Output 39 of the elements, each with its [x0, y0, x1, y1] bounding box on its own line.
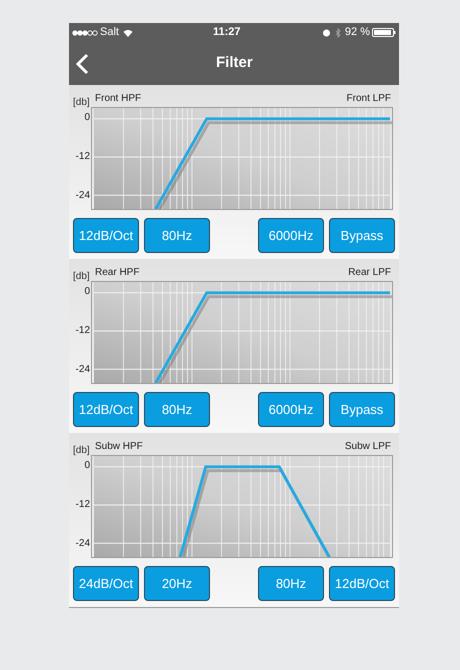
unit-label: [db] [73, 271, 89, 283]
hpf-label: Front HPF [95, 93, 142, 105]
time-text: 11:27 [212, 25, 240, 40]
unit-label: [db] [73, 97, 89, 109]
y-axis-label: -12 [76, 151, 90, 163]
filter-button[interactable]: 80Hz [258, 566, 324, 601]
filter-button[interactable]: 20Hz [144, 566, 210, 601]
lpf-label: Front LPF [346, 93, 391, 105]
y-axis-label: -24 [76, 538, 90, 550]
battery-text: 92 % [344, 25, 370, 40]
y-axis-label: -24 [76, 190, 90, 202]
y-axis-label: -12 [76, 325, 90, 337]
filter-button[interactable]: Bypass [329, 392, 395, 427]
signal-icon [72, 30, 98, 36]
y-axis-label: 0 [84, 112, 90, 124]
filter-button[interactable]: 80Hz [144, 392, 210, 427]
hpf-label: Rear HPF [95, 267, 140, 279]
battery-icon [372, 28, 396, 37]
hpf-label: Subw HPF [95, 441, 143, 453]
filter-button[interactable]: 6000Hz [258, 392, 324, 427]
filter-button[interactable]: Bypass [329, 218, 395, 253]
unit-label: [db] [73, 445, 89, 457]
filter-button[interactable]: 80Hz [144, 218, 210, 253]
bluetooth-icon [334, 28, 341, 38]
filter-button[interactable]: 24dB/Oct [73, 566, 139, 601]
page-title: Filter [216, 53, 253, 74]
y-axis-label: 0 [84, 460, 90, 472]
back-icon[interactable] [75, 52, 89, 74]
filter-button[interactable]: 12dB/Oct [73, 218, 139, 253]
wifi-icon [122, 28, 133, 36]
filter-button[interactable]: 12dB/Oct [73, 392, 139, 427]
filter-button[interactable]: 6000Hz [258, 218, 324, 253]
filter-button[interactable]: 12dB/Oct [329, 566, 395, 601]
carrier-text: Salt [100, 25, 119, 40]
y-axis-label: -24 [76, 364, 90, 376]
lpf-label: Rear LPF [348, 267, 391, 279]
lpf-label: Subw LPF [344, 441, 391, 453]
y-axis-label: 0 [84, 286, 90, 298]
y-axis-label: -12 [76, 499, 90, 511]
